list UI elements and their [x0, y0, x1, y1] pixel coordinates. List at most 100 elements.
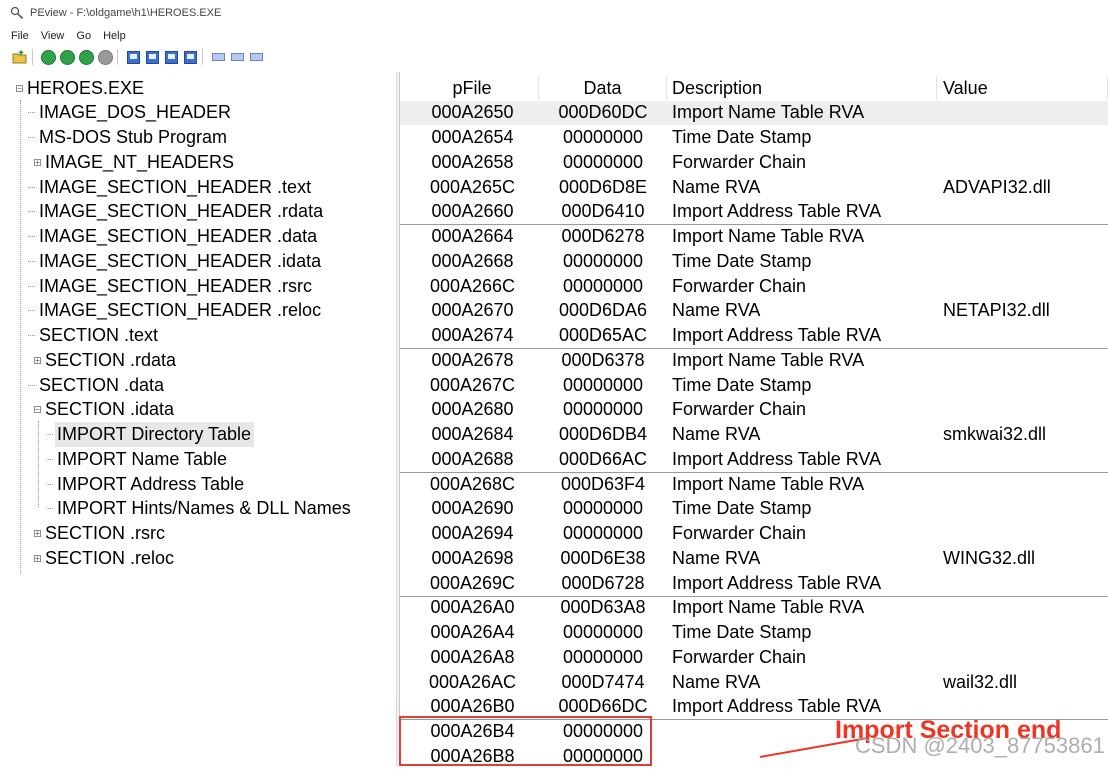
- cell-data: 000D6278: [561, 226, 645, 247]
- table-row[interactable]: 000A266C 00000000 Forwarder Chain: [400, 274, 1108, 299]
- table-row[interactable]: 000A2694 00000000 Forwarder Chain: [400, 521, 1108, 546]
- table-row[interactable]: 000A2660 000D6410 Import Address Table RVA: [400, 200, 1108, 225]
- cell-description: Import Address Table RVA: [672, 448, 882, 469]
- table-row[interactable]: 000A26A4 00000000 Time Date Stamp: [400, 620, 1108, 645]
- tree-item-section-header-rdata[interactable]: IMAGE_SECTION_HEADER .rdata: [28, 200, 326, 224]
- table-row[interactable]: 000A2670 000D6DA6 Name RVA NETAPI32.dll: [400, 299, 1108, 324]
- grid-header: pFile Data Description Value: [400, 76, 1108, 100]
- stop-icon[interactable]: [97, 49, 113, 65]
- cell-data: 000D66AC: [558, 448, 648, 469]
- tree-item-import-hints-names[interactable]: IMPORT Hints/Names & DLL Names: [46, 497, 354, 521]
- table-row[interactable]: 000A268C 000D63F4 Import Name Table RVA: [400, 472, 1108, 497]
- menu-bar: File View Go Help: [0, 28, 1108, 44]
- byte-view-icon[interactable]: [210, 49, 226, 65]
- cell-description: Forwarder Chain: [672, 399, 807, 420]
- column-header-data[interactable]: Data: [539, 76, 667, 100]
- tree-item-section-header-text[interactable]: IMAGE_SECTION_HEADER .text: [28, 175, 314, 199]
- cell-pfile: 000A2654: [431, 127, 514, 148]
- table-row[interactable]: 000A2688 000D66AC Import Address Table RVA: [400, 447, 1108, 472]
- tree-item-section-rdata[interactable]: + SECTION .rdata: [34, 348, 179, 372]
- cell-data: 00000000: [562, 151, 644, 172]
- view-1-icon[interactable]: [125, 49, 141, 65]
- expand-icon[interactable]: +: [34, 554, 41, 562]
- table-row[interactable]: 000A26A8 00000000 Forwarder Chain: [400, 645, 1108, 670]
- cell-description: Import Name Table RVA: [672, 473, 865, 494]
- toolbar-separator: [117, 49, 118, 65]
- column-header-pfile[interactable]: pFile: [400, 76, 539, 100]
- cell-pfile: 000A2678: [431, 349, 514, 370]
- cell-pfile: 000A269C: [429, 572, 516, 593]
- tree-item-nt-headers[interactable]: + IMAGE_NT_HEADERS: [34, 150, 237, 174]
- cell-pfile: 000A2658: [431, 151, 514, 172]
- collapse-icon[interactable]: −: [16, 84, 23, 92]
- tree-item-import-directory-table[interactable]: IMPORT Directory Table: [46, 422, 255, 447]
- table-row[interactable]: 000A2658 00000000 Forwarder Chain: [400, 150, 1108, 175]
- table-row[interactable]: 000A2664 000D6278 Import Name Table RVA: [400, 224, 1108, 249]
- tree-item-import-address-table[interactable]: IMPORT Address Table: [46, 472, 247, 496]
- tree-item-section-text[interactable]: SECTION .text: [28, 324, 161, 348]
- table-row[interactable]: 000A2674 000D65AC Import Address Table RVA: [400, 323, 1108, 348]
- table-row[interactable]: 000A2654 00000000 Time Date Stamp: [400, 125, 1108, 150]
- cell-data: 000D6410: [561, 201, 645, 222]
- view-3-icon[interactable]: [163, 49, 179, 65]
- cell-description: Import Name Table RVA: [672, 349, 865, 370]
- tree-item-section-data[interactable]: SECTION .data: [28, 373, 167, 397]
- expand-icon[interactable]: +: [34, 530, 41, 538]
- tree-item-section-idata[interactable]: − SECTION .idata: [34, 398, 177, 422]
- cell-pfile: 000A2664: [431, 226, 514, 247]
- cell-description: Import Address Table RVA: [672, 572, 882, 593]
- menu-go[interactable]: Go: [76, 30, 91, 42]
- table-row[interactable]: 000A26A0 000D63A8 Import Name Table RVA: [400, 596, 1108, 621]
- open-icon[interactable]: [12, 49, 28, 65]
- view-4-icon[interactable]: [182, 49, 198, 65]
- tree-item-dos-header[interactable]: IMAGE_DOS_HEADER: [28, 101, 234, 125]
- dword-view-icon[interactable]: [248, 49, 264, 65]
- tree-item-section-reloc[interactable]: + SECTION .reloc: [34, 546, 177, 570]
- cell-description: Name RVA: [672, 671, 761, 692]
- tree-item-heroes-exe[interactable]: − HEROES.EXE: [16, 76, 147, 100]
- column-header-description[interactable]: Description: [667, 76, 937, 100]
- tree-item-section-header-data[interactable]: IMAGE_SECTION_HEADER .data: [28, 225, 320, 249]
- word-view-icon[interactable]: [229, 49, 245, 65]
- cell-description: Import Address Table RVA: [672, 696, 882, 717]
- cell-data: 000D63F4: [560, 473, 646, 494]
- table-row[interactable]: 000A2650 000D60DC Import Name Table RVA: [400, 100, 1108, 126]
- expand-icon[interactable]: +: [34, 158, 41, 166]
- cell-description: Import Address Table RVA: [672, 201, 882, 222]
- tree-item-section-rsrc[interactable]: + SECTION .rsrc: [34, 522, 168, 546]
- table-row[interactable]: 000A269C 000D6728 Import Address Table RVA: [400, 571, 1108, 596]
- table-row[interactable]: 000A267C 00000000 Time Date Stamp: [400, 373, 1108, 398]
- view-2-icon[interactable]: [144, 49, 160, 65]
- table-row[interactable]: 000A26AC 000D7474 Name RVA wail32.dll: [400, 670, 1108, 695]
- cell-data: 000D6728: [561, 572, 645, 593]
- table-row[interactable]: 000A2698 000D6E38 Name RVA WING32.dll: [400, 546, 1108, 571]
- cell-description: Import Name Table RVA: [672, 102, 865, 123]
- table-row[interactable]: 000A265C 000D6D8E Name RVA ADVAPI32.dll: [400, 175, 1108, 200]
- cell-pfile: 000A265C: [429, 176, 516, 197]
- toolbar: [0, 45, 1108, 69]
- tree-item-section-header-rsrc[interactable]: IMAGE_SECTION_HEADER .rsrc: [28, 274, 315, 298]
- magnifier-icon: [10, 6, 24, 20]
- tree-item-dos-stub[interactable]: MS-DOS Stub Program: [28, 126, 230, 150]
- table-row[interactable]: 000A2680 00000000 Forwarder Chain: [400, 398, 1108, 423]
- column-header-value[interactable]: Value: [937, 76, 1108, 100]
- forward-icon[interactable]: [59, 49, 75, 65]
- cell-pfile: 000A26A4: [430, 622, 515, 643]
- expand-icon[interactable]: +: [34, 356, 41, 364]
- cell-description: Import Name Table RVA: [672, 226, 865, 247]
- table-row[interactable]: 000A2668 00000000 Time Date Stamp: [400, 249, 1108, 274]
- back-icon[interactable]: [40, 49, 56, 65]
- tree-item-section-header-idata[interactable]: IMAGE_SECTION_HEADER .idata: [28, 249, 324, 273]
- menu-view[interactable]: View: [41, 30, 65, 42]
- tree-guide-line: [38, 421, 39, 507]
- menu-help[interactable]: Help: [103, 30, 126, 42]
- next-icon[interactable]: [78, 49, 94, 65]
- table-row[interactable]: 000A2690 00000000 Time Date Stamp: [400, 497, 1108, 522]
- tree-item-section-header-reloc[interactable]: IMAGE_SECTION_HEADER .reloc: [28, 299, 324, 323]
- table-row[interactable]: 000A2678 000D6378 Import Name Table RVA: [400, 348, 1108, 373]
- table-row[interactable]: 000A2684 000D6DB4 Name RVA smkwai32.dll: [400, 422, 1108, 447]
- tree-item-import-name-table[interactable]: IMPORT Name Table: [46, 447, 230, 471]
- collapse-icon[interactable]: −: [34, 406, 41, 414]
- menu-file[interactable]: File: [11, 30, 29, 42]
- cell-data: 000D6DB4: [558, 424, 648, 445]
